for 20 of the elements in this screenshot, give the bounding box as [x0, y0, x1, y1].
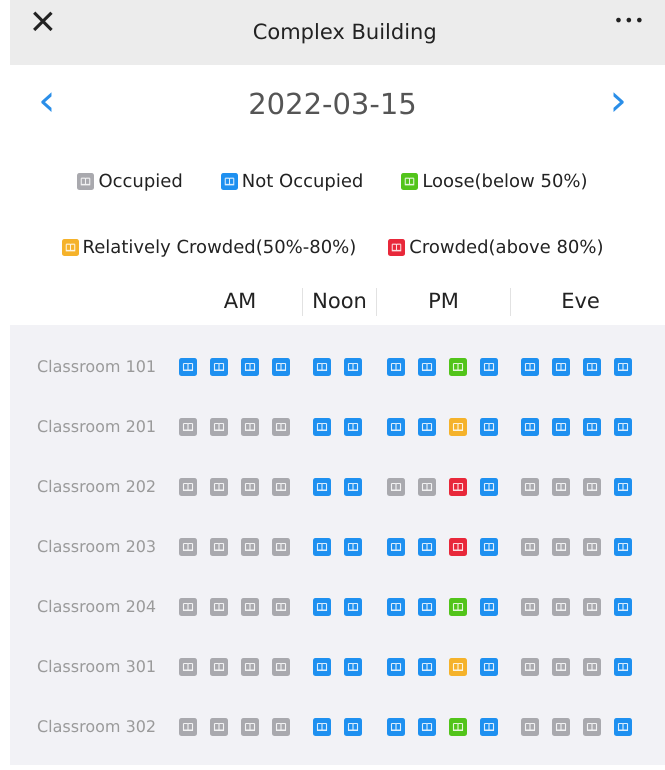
legend-label: Not Occupied [242, 170, 364, 194]
period-header: PM [428, 288, 459, 316]
classroom-label: Classroom 101 [36, 356, 158, 378]
classroom-label: Classroom 301 [36, 656, 158, 678]
classroom-label: Classroom 201 [36, 416, 158, 438]
period-header: Noon [312, 288, 367, 316]
legend-label: Relatively Crowded(50%-80%) [82, 236, 356, 260]
classroom-label: Classroom 204 [36, 596, 158, 618]
legend-label: Occupied [98, 170, 183, 194]
period-header: Eve [561, 288, 600, 316]
legend-label: Crowded(above 80%) [409, 236, 604, 260]
classroom-label: Classroom 203 [36, 536, 158, 558]
close-button[interactable]: × [30, 0, 56, 44]
period-header: AM [224, 288, 256, 316]
date-label: 2022-03-15 [248, 86, 417, 124]
classroom-label: Classroom 302 [36, 716, 158, 738]
legend-label: Loose(below 50%) [422, 170, 588, 194]
more-button[interactable]: ••• [614, 8, 645, 32]
classroom-label: Classroom 202 [36, 476, 158, 498]
window-title: Complex Building [252, 18, 437, 46]
